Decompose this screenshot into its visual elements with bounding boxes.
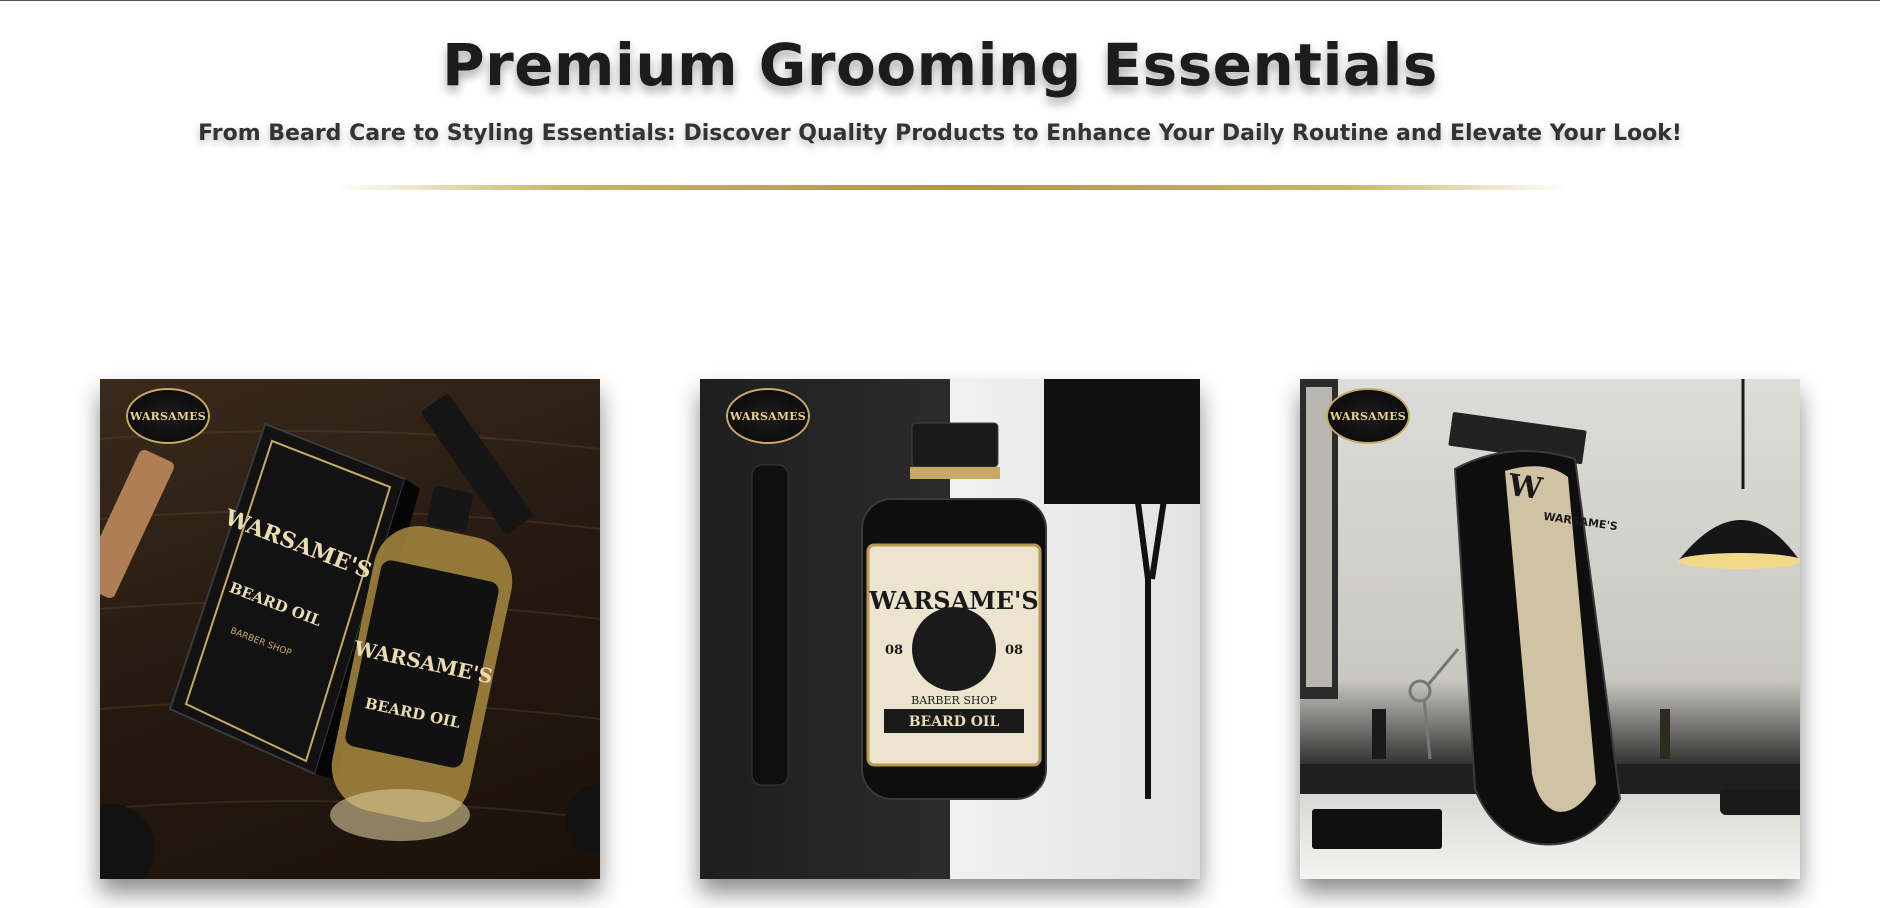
bottle-label-text: BEARD OIL (909, 714, 1000, 730)
beard-oil-box-image: WARSAME'S BEARD OIL BARBER SHOP WARSAME'… (100, 394, 600, 879)
gold-divider (336, 185, 1568, 190)
brand-logo-text: WARSAMES (730, 409, 806, 423)
bottle-badge-left: 08 (885, 643, 903, 658)
clipper-mark-text: W (1505, 468, 1546, 508)
bottle-sub-text: BARBER SHOP (911, 694, 997, 707)
product-card-hair-clipper[interactable]: W WARSAME'S WARSAMES (1300, 379, 1800, 879)
black-comb-icon (751, 464, 789, 786)
brand-logo-text: WARSAMES (130, 409, 206, 423)
product-card-beard-oil-bottle[interactable]: WARSAME'S 08 08 BARBER SHOP BEARD OIL WA… (700, 379, 1200, 879)
product-card-beard-oil-box[interactable]: WARSAME'S BEARD OIL BARBER SHOP WARSAME'… (100, 379, 600, 879)
page-subtitle: From Beard Care to Styling Essentials: D… (198, 121, 1682, 146)
bottle-badge-right: 08 (1005, 643, 1023, 658)
brand-logo-badge: WARSAMES (126, 388, 210, 444)
brand-logo-text: WARSAMES (1330, 409, 1406, 423)
product-gallery: WARSAME'S BEARD OIL BARBER SHOP WARSAME'… (0, 379, 1880, 879)
bottle-brand-text: WARSAME'S (868, 586, 1038, 615)
hair-clipper-image: W WARSAME'S (1300, 379, 1800, 849)
pendant-lamp-icon (1678, 379, 1800, 569)
scissors-icon (1408, 648, 1460, 760)
beard-oil-bottle-image: WARSAME'S 08 08 BARBER SHOP BEARD OIL (751, 379, 1200, 800)
page-title: Premium Grooming Essentials (442, 31, 1438, 99)
brand-logo-badge: WARSAMES (726, 388, 810, 444)
brand-logo-badge: WARSAMES (1326, 388, 1410, 444)
